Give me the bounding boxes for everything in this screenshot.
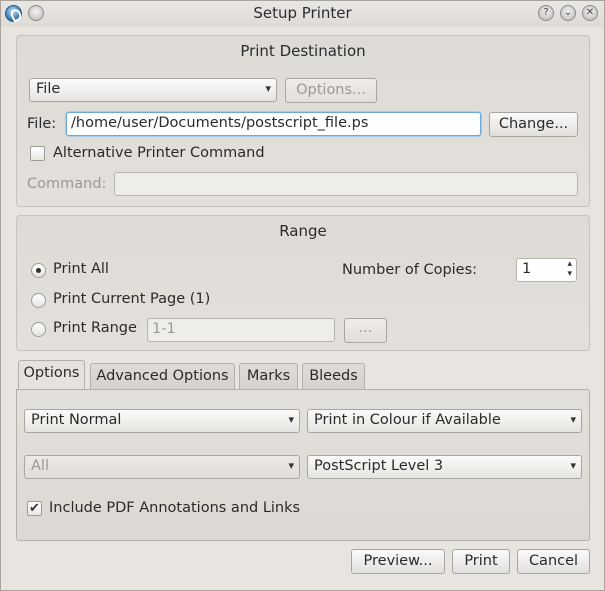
separation-value: All bbox=[31, 458, 49, 474]
print-current-radio[interactable] bbox=[31, 293, 46, 308]
file-label: File: bbox=[27, 116, 57, 132]
checkmark-icon: ✔ bbox=[29, 501, 40, 516]
print-destination-group: Print Destination File ▾ Options... File… bbox=[16, 35, 590, 207]
cancel-button[interactable]: Cancel bbox=[517, 549, 590, 574]
printer-select-value: File bbox=[36, 81, 61, 97]
print-range-input[interactable]: 1-1 bbox=[147, 318, 335, 342]
tab-advanced-options[interactable]: Advanced Options bbox=[90, 363, 235, 390]
spin-arrows-icon[interactable]: ▴ ▾ bbox=[567, 259, 572, 279]
copies-value: 1 bbox=[522, 261, 532, 277]
change-file-button[interactable]: Change... bbox=[489, 112, 578, 137]
file-path-input[interactable]: /home/user/Documents/postscript_file.ps bbox=[66, 112, 481, 136]
minimize-icon[interactable]: ⌄ bbox=[560, 5, 576, 21]
setup-printer-window: Setup Printer ? ⌄ ✕ Print Destination Fi… bbox=[0, 0, 605, 591]
chevron-down-icon: ▾ bbox=[570, 413, 576, 426]
print-destination-title: Print Destination bbox=[240, 42, 366, 60]
print-button[interactable]: Print bbox=[452, 549, 510, 574]
pdf-annotations-label: Include PDF Annotations and Links bbox=[49, 500, 301, 516]
options-tab-panel: Print Normal ▾ Print in Colour if Availa… bbox=[16, 389, 590, 541]
print-range-label: Print Range bbox=[53, 320, 137, 336]
chevron-down-icon: ▾ bbox=[570, 459, 576, 472]
color-mode-select[interactable]: Print in Colour if Available ▾ bbox=[307, 409, 582, 433]
postscript-level-value: PostScript Level 3 bbox=[314, 458, 444, 474]
print-mode-select[interactable]: Print Normal ▾ bbox=[24, 409, 300, 433]
print-all-label: Print All bbox=[53, 261, 109, 277]
copies-spinbox[interactable]: 1 ▴ ▾ bbox=[516, 258, 577, 282]
tab-marks[interactable]: Marks bbox=[239, 363, 298, 390]
range-group: Range Print All Print Current Page (1) P… bbox=[16, 215, 590, 351]
range-picker-button[interactable]: ... bbox=[344, 318, 387, 343]
chevron-down-icon: ▾ bbox=[265, 82, 271, 95]
print-range-radio[interactable] bbox=[31, 322, 46, 337]
window-title: Setup Printer bbox=[253, 4, 352, 22]
alternative-command-checkbox[interactable] bbox=[30, 146, 45, 161]
color-mode-value: Print in Colour if Available bbox=[314, 412, 501, 428]
preview-button[interactable]: Preview... bbox=[351, 549, 445, 574]
close-icon[interactable]: ✕ bbox=[582, 5, 598, 21]
tab-bleeds[interactable]: Bleeds bbox=[302, 363, 365, 390]
printer-select[interactable]: File ▾ bbox=[29, 78, 277, 102]
help-icon[interactable]: ? bbox=[538, 5, 554, 21]
tab-options[interactable]: Options bbox=[18, 360, 85, 390]
chevron-down-icon: ▾ bbox=[288, 459, 294, 472]
pdf-annotations-checkbox[interactable]: ✔ bbox=[27, 501, 42, 516]
print-current-label: Print Current Page (1) bbox=[53, 291, 211, 307]
chevron-down-icon: ▾ bbox=[288, 413, 294, 426]
range-title: Range bbox=[279, 222, 327, 240]
alternative-command-label: Alternative Printer Command bbox=[53, 145, 265, 161]
print-mode-value: Print Normal bbox=[31, 412, 122, 428]
title-bar[interactable]: Setup Printer ? ⌄ ✕ bbox=[1, 1, 604, 27]
print-all-radio[interactable] bbox=[31, 263, 46, 278]
separation-select[interactable]: All ▾ bbox=[24, 455, 300, 479]
postscript-level-select[interactable]: PostScript Level 3 ▾ bbox=[307, 455, 582, 479]
options-button[interactable]: Options... bbox=[285, 78, 377, 103]
copies-label: Number of Copies: bbox=[342, 262, 478, 278]
command-label: Command: bbox=[27, 176, 107, 192]
command-input[interactable] bbox=[114, 172, 578, 196]
